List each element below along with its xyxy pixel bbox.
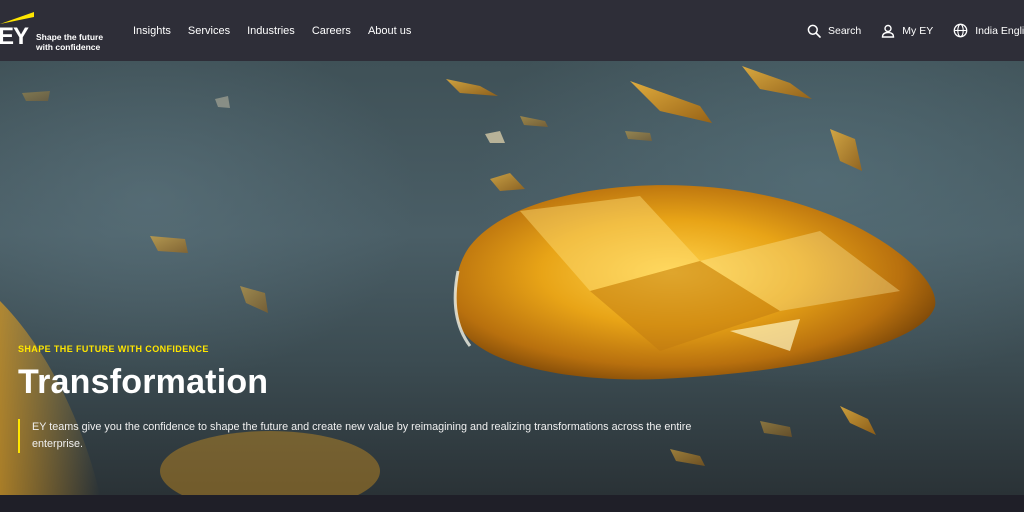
search-icon (807, 24, 821, 38)
top-navigation-bar: EY Shape the future with confidence Insi… (0, 0, 1024, 61)
logo-mark: EY (0, 23, 29, 50)
nav-item-about-us[interactable]: About us (368, 25, 411, 37)
nav-item-industries[interactable]: Industries (247, 25, 295, 37)
hero-description-block: EY teams give you the confidence to shap… (18, 419, 708, 453)
my-ey-button[interactable]: My EY (881, 24, 933, 38)
nav-item-services[interactable]: Services (188, 25, 230, 37)
my-ey-label: My EY (902, 24, 934, 37)
hero-title: Transformation (18, 363, 269, 401)
locale-selector[interactable]: India English (953, 23, 1024, 38)
utility-nav: Search My EY India English (807, 0, 1024, 61)
nav-item-careers[interactable]: Careers (312, 25, 351, 37)
ey-logo[interactable]: EY Shape the future with confidence (0, 8, 110, 54)
hero-bottom-strip (0, 495, 1024, 512)
logo-tagline: Shape the future with confidence (36, 32, 104, 52)
globe-icon (953, 23, 968, 38)
locale-label: India English (975, 24, 1024, 37)
search-button[interactable]: Search (807, 24, 861, 38)
hero-banner: SHAPE THE FUTURE WITH CONFIDENCE Transfo… (0, 61, 1024, 495)
hero-eyebrow: SHAPE THE FUTURE WITH CONFIDENCE (18, 344, 209, 354)
main-nav: Insights Services Industries Careers Abo… (133, 0, 411, 61)
nav-item-insights[interactable]: Insights (133, 25, 171, 37)
search-label: Search (828, 24, 862, 37)
user-icon (882, 24, 895, 38)
hero-description: EY teams give you the confidence to shap… (32, 421, 692, 450)
